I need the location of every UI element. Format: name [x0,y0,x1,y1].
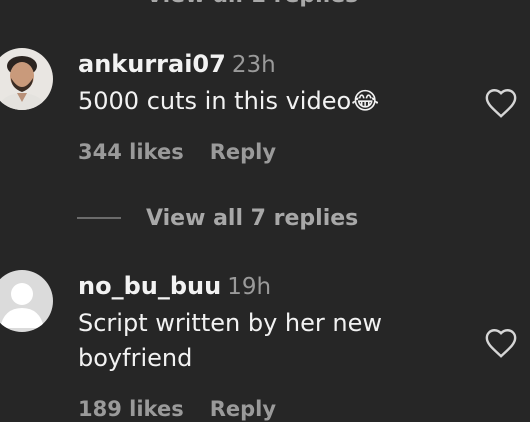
comment-text-line: Script written by her new [78,309,382,337]
comment-text: 5000 cuts in this video😂 [78,87,380,115]
heart-icon[interactable] [484,87,518,119]
comment-meta-1: 344 likes Reply [78,140,276,164]
comment-time: 19h [227,274,272,300]
replies-divider [77,217,121,219]
comment-time: 23h [231,52,276,78]
avatar-ankurrai07[interactable] [0,48,53,110]
comment-header-1: ankurrai07 23h [78,50,276,78]
likes-count[interactable]: 344 likes [78,140,184,164]
likes-count[interactable]: 189 likes [78,397,184,421]
comment-text-line: boyfriend [78,344,193,372]
comments-thread: View all 1 replies ankurrai0723h 5000 cu… [0,0,530,422]
heart-icon[interactable] [484,327,518,359]
view-replies-link[interactable]: View all 7 replies [146,206,358,231]
comment-username[interactable]: no_bu_buu [78,272,221,300]
avatar-no_bu_buu[interactable] [0,270,53,332]
comment-header-2: no_bu_buu 19h [78,272,271,300]
view-replies-link-top[interactable]: View all 1 replies [146,0,358,8]
comment-username[interactable]: ankurrai07 [78,50,226,78]
reply-button[interactable]: Reply [210,397,276,421]
reply-button[interactable]: Reply [210,140,276,164]
default-avatar-icon [0,270,53,332]
comment-meta-2: 189 likes Reply [78,397,276,421]
comment-text: Script written by her new boyfriend [78,306,382,376]
